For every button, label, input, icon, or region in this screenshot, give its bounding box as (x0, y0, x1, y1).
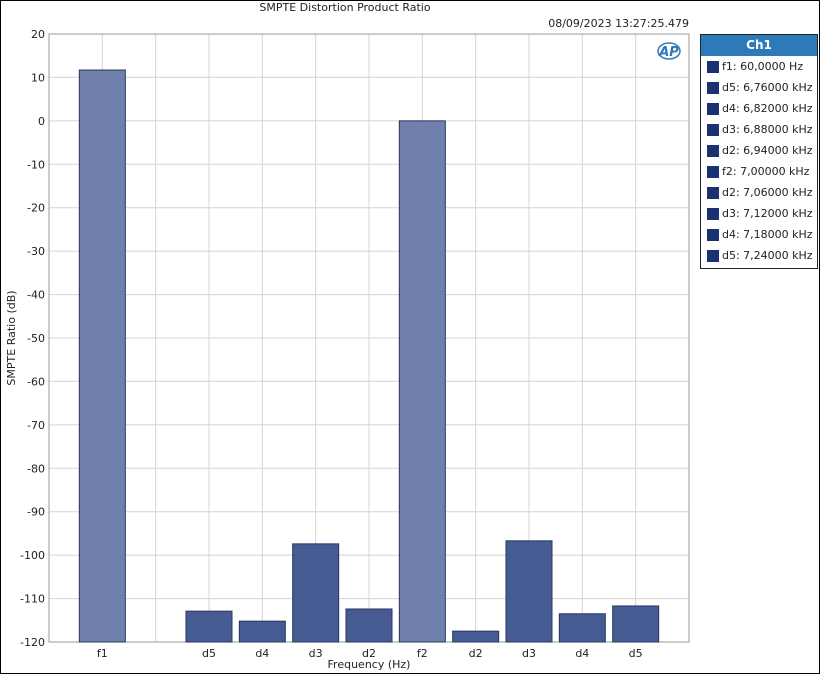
x-tick-label: d5 (202, 647, 216, 660)
y-tick-label: -10 (27, 158, 45, 171)
legend-item[interactable]: f1: 60,0000 Hz (701, 56, 817, 77)
legend-header: Ch1 (701, 35, 817, 56)
legend-swatch (707, 145, 719, 157)
x-tick-label: d4 (255, 647, 269, 660)
y-tick-label: 10 (31, 71, 45, 84)
legend-item-label: d4: 7,18000 kHz (722, 228, 813, 241)
legend-item-label: f2: 7,00000 kHz (722, 165, 809, 178)
legend-swatch (707, 166, 719, 178)
legend-swatch (707, 103, 719, 115)
legend-item[interactable]: f2: 7,00000 kHz (701, 161, 817, 182)
legend-item[interactable]: d5: 7,24000 kHz (701, 245, 817, 266)
y-tick-label: -70 (27, 419, 45, 432)
y-tick-label: -20 (27, 202, 45, 215)
x-tick-label: d4 (575, 647, 589, 660)
legend-item-label: f1: 60,0000 Hz (722, 60, 803, 73)
bar-d4 (559, 614, 605, 642)
bar-f2 (399, 121, 445, 642)
legend-item[interactable]: d3: 7,12000 kHz (701, 203, 817, 224)
legend-item-label: d4: 6,82000 kHz (722, 102, 813, 115)
y-tick-label: -40 (27, 289, 45, 302)
y-tick-label: -120 (20, 636, 45, 649)
bar-d5 (613, 606, 659, 642)
y-tick-label: -60 (27, 375, 45, 388)
legend-item[interactable]: d4: 6,82000 kHz (701, 98, 817, 119)
y-tick-label: -90 (27, 506, 45, 519)
x-tick-label: f2 (417, 647, 428, 660)
legend-item[interactable]: d2: 6,94000 kHz (701, 140, 817, 161)
x-tick-label: d2 (469, 647, 483, 660)
legend-item[interactable]: d3: 6,88000 kHz (701, 119, 817, 140)
bar-d4 (239, 621, 285, 642)
bar-d3 (293, 544, 339, 642)
legend-item-label: d2: 6,94000 kHz (722, 144, 813, 157)
y-tick-label: -80 (27, 462, 45, 475)
legend-item[interactable]: d2: 7,06000 kHz (701, 182, 817, 203)
bar-d2 (346, 609, 392, 642)
x-tick-label: f1 (97, 647, 108, 660)
legend-swatch (707, 208, 719, 220)
y-tick-label: -100 (20, 549, 45, 562)
legend-swatch (707, 229, 719, 241)
chart-plot: 20 10 0 -10 -20 -30 -40 -50 -60 -70 -80 -90 -100 -110… (1, 1, 701, 673)
y-axis-label: SMPTE Ratio (dB) (5, 290, 18, 385)
legend-item[interactable]: d4: 7,18000 kHz (701, 224, 817, 245)
x-tick-label: d5 (629, 647, 643, 660)
legend-item-label: d5: 7,24000 kHz (722, 249, 813, 262)
legend-swatch (707, 250, 719, 262)
legend-swatch (707, 82, 719, 94)
legend-item-label: d3: 7,12000 kHz (722, 207, 813, 220)
legend-swatch (707, 187, 719, 199)
legend[interactable]: Ch1 f1: 60,0000 Hz d5: 6,76000 kHz d4: 6,8… (700, 34, 818, 269)
bar-d2 (453, 631, 499, 642)
bar-d3 (506, 541, 552, 642)
legend-item[interactable]: d5: 6,76000 kHz (701, 77, 817, 98)
x-axis-label: Frequency (Hz) (328, 658, 411, 671)
legend-swatch (707, 124, 719, 136)
y-tick-label: -30 (27, 245, 45, 258)
x-tick-label: d3 (522, 647, 536, 660)
legend-item-label: d2: 7,06000 kHz (722, 186, 813, 199)
y-tick-label: -50 (27, 332, 45, 345)
chart-window: SMPTE Distortion Product Ratio 08/09/202… (0, 0, 820, 674)
bar-f1 (79, 70, 125, 642)
legend-swatch (707, 61, 719, 73)
bar-d5 (186, 611, 232, 642)
legend-item-label: d3: 6,88000 kHz (722, 123, 813, 136)
y-tick-label: 20 (31, 28, 45, 41)
x-tick-label: d3 (309, 647, 323, 660)
y-tick-label: -110 (20, 593, 45, 606)
legend-item-label: d5: 6,76000 kHz (722, 81, 813, 94)
y-tick-label: 0 (38, 115, 45, 128)
